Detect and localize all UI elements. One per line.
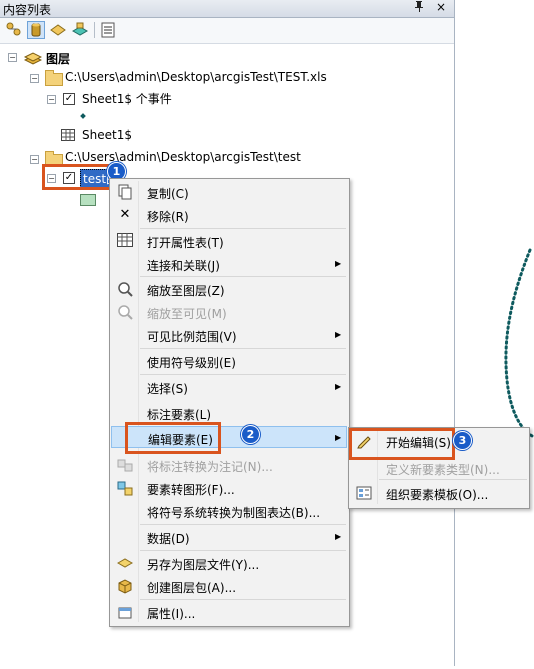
menu-item-remove[interactable]: ✕ 移除(R) [111,204,347,226]
step-badge-3: 3 [453,431,472,450]
layer-package-icon [117,578,133,594]
collapse-root-toggle[interactable]: − [8,53,17,62]
highlight-step2 [125,422,221,454]
menu-item-organize-feature-templates[interactable]: 组织要素模板(O)... [350,482,527,504]
menu-item-use-symbol-levels[interactable]: 使用符号级别(E) [111,350,347,372]
pin-icon[interactable] [414,0,424,15]
submenu-arrow-icon: ▶ [335,259,342,268]
menu-item-selection[interactable]: 选择(S) ▶ [111,376,347,398]
menu-item-new-feature-type: 定义新要素类型(N)... [386,463,500,477]
menu-item-data[interactable]: 数据(D) ▶ [111,526,347,548]
menu-item-visible-scale-range[interactable]: 可见比例范围(V) ▶ [111,324,347,346]
folder2-path[interactable]: C:\Users\admin\Desktop\arcgisTest\test [65,150,301,164]
folder-icon [45,70,63,86]
point-symbol-icon [80,113,86,119]
map-view[interactable] [455,0,534,666]
highlight-step3 [349,428,455,460]
menu-item-create-layer-package[interactable]: 创建图层包(A)... [111,575,347,597]
features-to-graphics-icon [117,480,133,496]
submenu-arrow-icon: ▶ [335,382,342,391]
sheet-events-visibility-checkbox[interactable]: ✓ [63,93,75,105]
step-badge-2: 2 [241,425,260,444]
convert-labels-icon [117,457,133,473]
sheet-table-label[interactable]: Sheet1$ [82,128,132,142]
panel-title: 内容列表 [3,3,52,17]
collapse-folder2-toggle[interactable]: − [30,155,39,164]
toc-toolbar [0,18,454,44]
menu-item-zoom-to-layer[interactable]: 缩放至图层(Z) [111,278,347,300]
menu-item-label-features[interactable]: 标注要素(L) [111,402,347,424]
panel-titlebar: 内容列表 × [0,0,454,18]
properties-icon [117,604,133,620]
collapse-folder1-toggle[interactable]: − [30,74,39,83]
zoom-icon [117,281,133,297]
submenu-arrow-icon: ▶ [335,532,342,541]
options-icon[interactable] [99,21,117,39]
menu-item-convert-features-to-graphics[interactable]: 要素转图形(F)... [111,477,347,499]
list-by-source-icon[interactable] [27,21,45,39]
sheet-events-layer-label[interactable]: Sheet1$ 个事件 [82,90,172,107]
collapse-events-toggle[interactable]: − [47,95,56,104]
menu-item-open-attribute-table[interactable]: 打开属性表(T) [111,230,347,252]
menu-item-zoom-to-visible: 缩放至可见(M) [111,301,347,323]
templates-icon [356,485,372,501]
submenu-arrow-icon: ▶ [335,330,342,339]
menu-item-joins-relates[interactable]: 连接和关联(J) ▶ [111,253,347,275]
close-icon[interactable]: × [436,0,446,14]
root-layers-label[interactable]: 图层 [46,50,70,67]
copy-icon [117,184,133,200]
folder1-path[interactable]: C:\Users\admin\Desktop\arcgisTest\TEST.x… [65,70,327,84]
polygon-symbol-icon [80,194,96,206]
menu-item-properties[interactable]: 属性(I)... [111,601,347,623]
list-by-selection-icon[interactable] [71,21,89,39]
submenu-arrow-icon: ▶ [335,433,342,442]
remove-x-icon: ✕ [119,207,131,222]
layer-context-menu: 复制(C) ✕ 移除(R) 打开属性表(T) 连接和关联(J) ▶ 缩放至图层(… [109,178,350,627]
layer-file-icon [116,555,134,571]
table-icon [117,233,133,249]
menu-item-save-as-layer-file[interactable]: 另存为图层文件(Y)... [111,552,347,574]
list-by-drawing-order-icon[interactable] [5,21,23,39]
menu-item-convert-labels-to-annotation: 将标注转换为注记(N)... [111,454,347,476]
menu-item-convert-symbology[interactable]: 将符号系统转换为制图表达(B)... [111,500,347,522]
table-icon [61,129,75,144]
list-by-visibility-icon[interactable] [49,21,67,39]
layers-icon [23,50,43,69]
zoom-visible-icon [117,304,133,320]
menu-item-copy[interactable]: 复制(C) [111,181,347,203]
